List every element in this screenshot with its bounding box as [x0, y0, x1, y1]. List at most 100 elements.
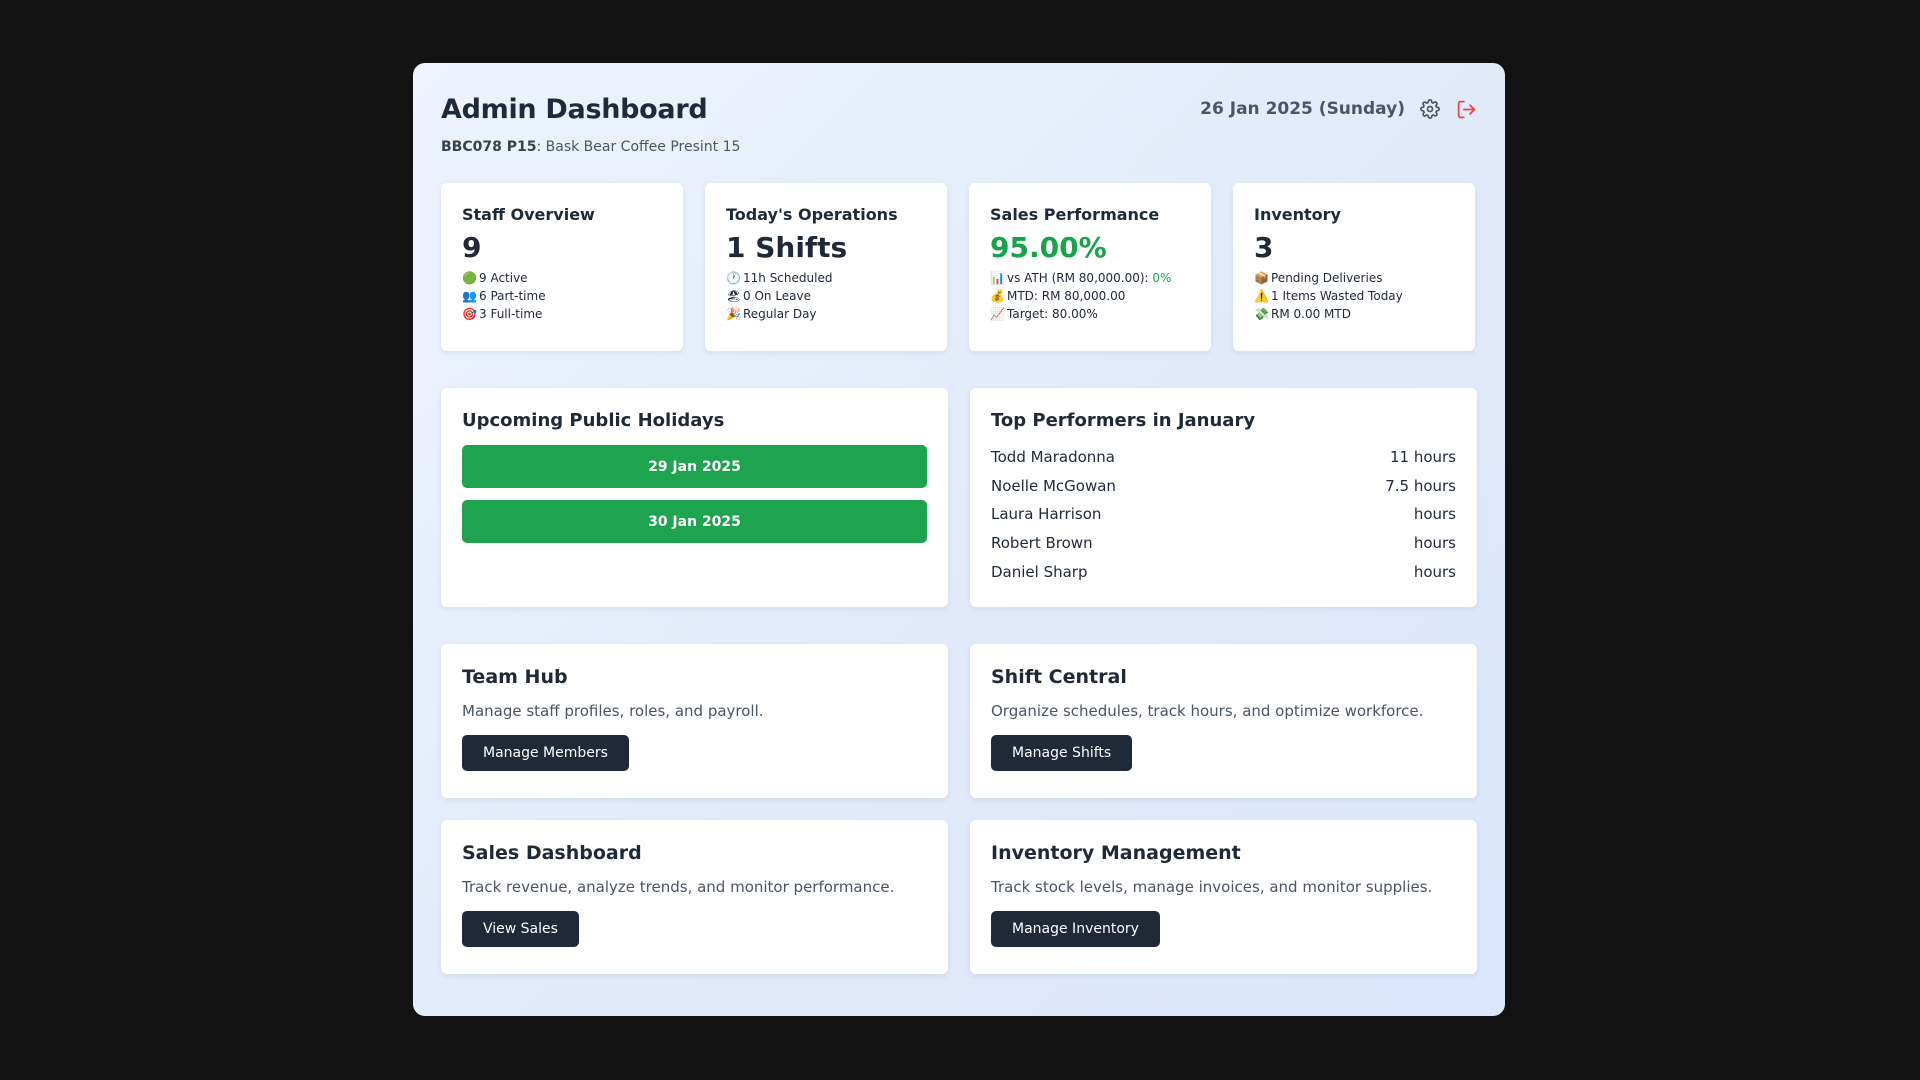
stat-line-text: 11h Scheduled [743, 271, 833, 285]
package-icon: 📦 [1254, 271, 1269, 285]
stat-title: Today's Operations [726, 205, 898, 224]
manage-members-button[interactable]: Manage Members [462, 735, 629, 771]
stat-line: 🎯 3 Full-time [462, 305, 662, 323]
store-name: : Bask Bear Coffee Presint 15 [536, 139, 741, 155]
section-title: Team Hub [462, 666, 568, 688]
bar-chart-icon: 📊 [990, 271, 1005, 285]
stat-line: 📈 Target: 80.00% [990, 305, 1190, 323]
list-item: Daniel Sharp hours [991, 558, 1456, 587]
performer-hours: 11 hours [1389, 448, 1456, 466]
performers-list: Todd Maradonna 11 hours Noelle McGowan 7.5… [991, 443, 1456, 587]
page-title: Admin Dashboard [441, 93, 708, 125]
team-hub-card: Team Hub Manage staff profiles, roles, a… [441, 644, 948, 798]
list-item: Todd Maradonna 11 hours [991, 443, 1456, 472]
section-title: Upcoming Public Holidays [462, 410, 725, 431]
stat-line: ⚠️ 1 Items Wasted Today [1254, 287, 1454, 305]
stat-line: 📦 Pending Deliveries [1254, 269, 1454, 287]
stat-value: 1 Shifts [726, 231, 848, 264]
list-item: Laura Harrison hours [991, 500, 1456, 529]
section-title: Top Performers in January [991, 410, 1256, 431]
sales-dashboard-card: Sales Dashboard Track revenue, analyze t… [441, 820, 948, 974]
current-date: 26 Jan 2025 (Sunday) [1200, 99, 1405, 119]
stat-value: 3 [1254, 231, 1274, 264]
section-description: Track stock levels, manage invoices, and… [991, 878, 1433, 896]
stat-title: Inventory [1254, 205, 1341, 224]
performer-hours: hours [1413, 562, 1456, 581]
section-description: Track revenue, analyze trends, and monit… [462, 878, 895, 896]
stats-row: Staff Overview 9 🟢 9 Active 👥 6 Part-time … [441, 183, 1477, 351]
gear-icon[interactable] [1419, 98, 1441, 120]
stat-value: 95.00% [990, 231, 1107, 264]
stat-line-text: 1 Items Wasted Today [1271, 289, 1403, 303]
list-item: Noelle McGowan 7.5 hours [991, 472, 1456, 501]
list-item: Robert Brown hours [991, 529, 1456, 558]
holiday-item: 29 Jan 2025 [462, 445, 927, 488]
people-icon: 👥 [462, 289, 477, 303]
stat-line-text: 3 Full-time [479, 307, 543, 321]
section-description: Manage staff profiles, roles, and payrol… [462, 702, 764, 720]
sales-performance-card: Sales Performance 95.00% 📊 vs ATH (RM 80,… [969, 183, 1211, 351]
logout-icon[interactable] [1455, 98, 1477, 120]
view-sales-button[interactable]: View Sales [462, 911, 579, 947]
stat-line: 💸 RM 0.00 MTD [1254, 305, 1454, 323]
modules-grid: Team Hub Manage staff profiles, roles, a… [441, 644, 1477, 974]
money-bag-icon: 💰 [990, 289, 1005, 303]
performer-hours: 7.5 hours [1385, 476, 1456, 495]
stat-line: 📊 vs ATH (RM 80,000.00): 0% [990, 269, 1190, 287]
stat-title: Sales Performance [990, 205, 1160, 224]
middle-row: Upcoming Public Holidays 29 Jan 2025 30 … [441, 388, 1477, 607]
performer-hours: hours [1413, 534, 1456, 553]
holidays-card: Upcoming Public Holidays 29 Jan 2025 30 … [441, 388, 948, 607]
green-circle-icon: 🟢 [462, 271, 477, 285]
stat-line-text: MTD: RM 80,000.00 [1007, 289, 1126, 303]
section-title: Sales Dashboard [462, 842, 642, 864]
section-title: Inventory Management [991, 842, 1241, 864]
manage-inventory-button[interactable]: Manage Inventory [991, 911, 1160, 947]
stat-line: 🎉 Regular Day [726, 305, 926, 323]
warning-icon: ⚠️ [1254, 289, 1269, 303]
stat-line: 🕐 11h Scheduled [726, 269, 926, 287]
clock-icon: 🕐 [726, 271, 741, 285]
staff-overview-card: Staff Overview 9 🟢 9 Active 👥 6 Part-time … [441, 183, 683, 351]
stat-line-text: RM 0.00 MTD [1271, 307, 1351, 321]
operations-card: Today's Operations 1 Shifts 🕐 11h Schedul… [705, 183, 947, 351]
store-info: BBC078 P15: Bask Bear Coffee Presint 15 [441, 139, 1477, 155]
trend-up-icon: 📈 [990, 307, 1005, 321]
performer-hours: hours [1413, 505, 1456, 524]
stat-line: 💰 MTD: RM 80,000.00 [990, 287, 1190, 305]
shift-central-card: Shift Central Organize schedules, track … [970, 644, 1477, 798]
performer-name: Todd Maradonna [991, 448, 1115, 466]
stat-line: 🟢 9 Active [462, 269, 662, 287]
header: Admin Dashboard 26 Jan 2025 (Sunday) [441, 91, 1477, 127]
beach-icon: 🏖 [726, 289, 742, 303]
stat-value: 9 [462, 231, 482, 264]
stat-line-text: 6 Part-time [479, 289, 546, 303]
performer-name: Noelle McGowan [991, 476, 1116, 495]
manage-shifts-button[interactable]: Manage Shifts [991, 735, 1133, 771]
stat-line-text: 0 On Leave [743, 289, 812, 303]
ath-change: 0% [1152, 271, 1172, 285]
stat-line: 🏖 0 On Leave [726, 287, 926, 305]
top-performers-card: Top Performers in January Todd Maradonna… [970, 388, 1477, 607]
stat-line-text: Target: 80.00% [1007, 307, 1098, 321]
party-icon: 🎉 [726, 307, 741, 321]
section-title: Shift Central [991, 666, 1127, 688]
holiday-item: 30 Jan 2025 [462, 500, 927, 543]
performer-name: Daniel Sharp [991, 562, 1088, 581]
performer-name: Laura Harrison [991, 505, 1102, 524]
target-icon: 🎯 [462, 307, 477, 321]
stat-title: Staff Overview [462, 205, 595, 224]
stat-line: 👥 6 Part-time [462, 287, 662, 305]
stat-line-text: 9 Active [479, 271, 528, 285]
section-description: Organize schedules, track hours, and opt… [991, 702, 1424, 720]
header-actions: 26 Jan 2025 (Sunday) [1200, 98, 1477, 120]
performer-name: Robert Brown [991, 534, 1093, 553]
inventory-card: Inventory 3 📦 Pending Deliveries ⚠️ 1 Item… [1233, 183, 1475, 351]
stat-line-text: Regular Day [743, 307, 817, 321]
inventory-management-card: Inventory Management Track stock levels,… [970, 820, 1477, 974]
stat-line-text: Pending Deliveries [1271, 271, 1383, 285]
money-wings-icon: 💸 [1254, 307, 1269, 321]
stat-line-text: vs ATH (RM 80,000.00): [1007, 271, 1153, 285]
dashboard-panel: Admin Dashboard 26 Jan 2025 (Sunday) BBC… [413, 63, 1505, 1016]
store-code: BBC078 P15 [441, 139, 537, 155]
